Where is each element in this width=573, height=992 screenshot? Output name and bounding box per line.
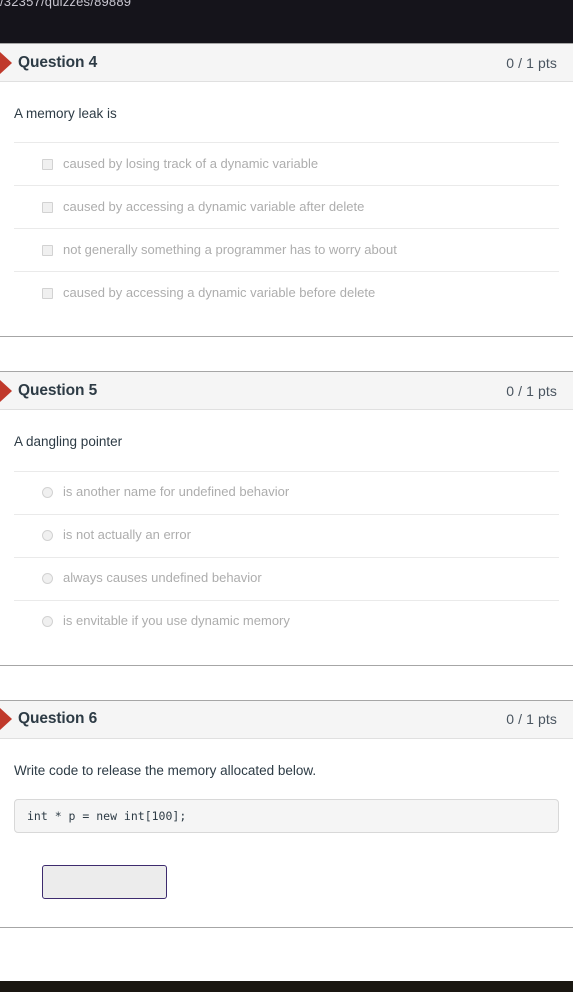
flag-arrow-icon: [0, 51, 12, 74]
question-points-4: 0 / 1 pts: [506, 54, 557, 71]
question-header-4: Question 4 0 / 1 pts: [0, 44, 573, 82]
checkbox-icon[interactable]: [42, 244, 53, 256]
flag-arrow-icon: [0, 379, 12, 402]
question-points-6: 0 / 1 pts: [506, 711, 557, 727]
checkbox-icon[interactable]: [42, 287, 53, 299]
answer-option[interactable]: is not actually an error: [14, 513, 559, 557]
question-body-5: A dangling pointer is another name for u…: [0, 410, 573, 664]
radio-icon[interactable]: [42, 616, 53, 627]
answer-input-wrap-6: [0, 833, 573, 927]
radio-icon[interactable]: [42, 487, 53, 498]
answer-list-4: caused by losing track of a dynamic vari…: [14, 142, 559, 336]
radio-icon[interactable]: [42, 573, 53, 584]
question-prompt-6: Write code to release the memory allocat…: [14, 762, 317, 778]
answer-label: caused by accessing a dynamic variable a…: [63, 199, 365, 215]
question-body-4: A memory leak is caused by losing track …: [0, 82, 573, 336]
question-body-6: Write code to release the memory allocat…: [0, 739, 573, 799]
checkbox-icon[interactable]: [42, 201, 53, 213]
question-points-5: 0 / 1 pts: [506, 382, 557, 399]
answer-label: is envitable if you use dynamic memory: [63, 613, 290, 629]
answer-label: not generally something a programmer has…: [63, 242, 397, 258]
browser-chrome-bar: /32357/quizzes/89889: [0, 0, 573, 43]
question-gap: [0, 337, 573, 372]
answer-option[interactable]: is envitable if you use dynamic memory: [14, 599, 559, 643]
answer-label: is not actually an error: [63, 527, 191, 543]
answer-option[interactable]: caused by accessing a dynamic variable b…: [14, 271, 559, 314]
answer-option[interactable]: always causes undefined behavior: [14, 556, 559, 600]
answer-label: caused by accessing a dynamic variable b…: [63, 285, 376, 301]
quiz-results-page: Question 4 0 / 1 pts A memory leak is ca…: [0, 43, 573, 928]
url-text[interactable]: /32357/quizzes/89889: [0, 0, 131, 9]
question-title-4: Question 4: [18, 53, 98, 71]
checkbox-icon[interactable]: [42, 158, 53, 170]
question-gap: [0, 665, 573, 700]
answer-list-5: is another name for undefined behavior i…: [14, 470, 559, 665]
flag-arrow-icon: [0, 708, 12, 730]
radio-icon[interactable]: [42, 530, 53, 541]
answer-label: is another name for undefined behavior: [63, 484, 290, 500]
answer-label: caused by losing track of a dynamic vari…: [63, 156, 319, 172]
answer-option[interactable]: caused by accessing a dynamic variable a…: [14, 185, 559, 228]
question-block-4: Question 4 0 / 1 pts A memory leak is ca…: [0, 43, 573, 338]
question-title-5: Question 5: [18, 381, 98, 399]
answer-option[interactable]: caused by losing track of a dynamic vari…: [14, 142, 559, 185]
question-block-5: Question 5 0 / 1 pts A dangling pointer …: [0, 371, 573, 666]
code-snippet-6: int * p = new int[100];: [14, 798, 559, 833]
bottom-bar: [0, 981, 573, 992]
question-prompt-4: A memory leak is: [14, 106, 117, 121]
question-prompt-5: A dangling pointer: [14, 434, 123, 450]
question-title-6: Question 6: [18, 710, 98, 727]
question-header-5: Question 5 0 / 1 pts: [0, 372, 573, 411]
answer-option[interactable]: is another name for undefined behavior: [14, 470, 559, 514]
answer-label: always causes undefined behavior: [63, 570, 262, 586]
question-block-6: Question 6 0 / 1 pts Write code to relea…: [0, 699, 573, 928]
short-answer-input[interactable]: [42, 864, 167, 899]
question-header-6: Question 6 0 / 1 pts: [0, 700, 573, 739]
answer-option[interactable]: not generally something a programmer has…: [14, 228, 559, 271]
